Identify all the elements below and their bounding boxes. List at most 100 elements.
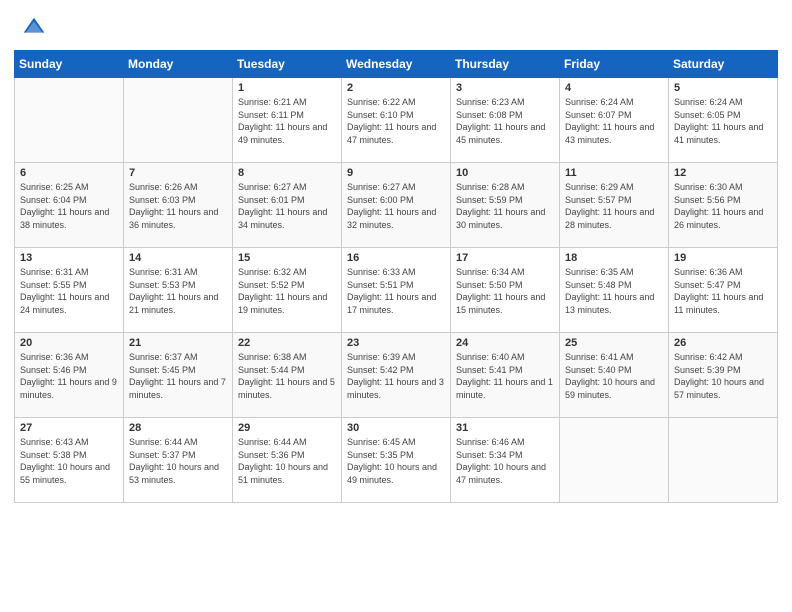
day-detail: Sunrise: 6:38 AMSunset: 5:44 PMDaylight:… — [238, 351, 336, 401]
calendar-cell: 12 Sunrise: 6:30 AMSunset: 5:56 PMDayligh… — [669, 163, 778, 248]
day-detail: Sunrise: 6:35 AMSunset: 5:48 PMDaylight:… — [565, 266, 663, 316]
calendar-body: 1 Sunrise: 6:21 AMSunset: 6:11 PMDaylight… — [15, 78, 778, 503]
calendar-cell: 26 Sunrise: 6:42 AMSunset: 5:39 PMDayligh… — [669, 333, 778, 418]
day-header-friday: Friday — [560, 51, 669, 78]
calendar-cell: 5 Sunrise: 6:24 AMSunset: 6:05 PMDaylight… — [669, 78, 778, 163]
day-detail: Sunrise: 6:44 AMSunset: 5:36 PMDaylight:… — [238, 436, 336, 486]
day-detail: Sunrise: 6:44 AMSunset: 5:37 PMDaylight:… — [129, 436, 227, 486]
week-row-1: 1 Sunrise: 6:21 AMSunset: 6:11 PMDaylight… — [15, 78, 778, 163]
day-detail: Sunrise: 6:24 AMSunset: 6:07 PMDaylight:… — [565, 96, 663, 146]
calendar-cell: 17Sunrise: 6:34 AMSunset: 5:50 PMDayligh… — [451, 248, 560, 333]
day-number: 30 — [347, 422, 445, 434]
day-number: 2 — [347, 82, 445, 94]
day-header-thursday: Thursday — [451, 51, 560, 78]
day-detail: Sunrise: 6:21 AMSunset: 6:11 PMDaylight:… — [238, 96, 336, 146]
day-detail: Sunrise: 6:31 AMSunset: 5:55 PMDaylight:… — [20, 266, 118, 316]
day-number: 18 — [565, 252, 663, 264]
day-number: 3 — [456, 82, 554, 94]
day-detail: Sunrise: 6:25 AMSunset: 6:04 PMDaylight:… — [20, 181, 118, 231]
calendar-cell: 10 Sunrise: 6:28 AMSunset: 5:59 PMDayligh… — [451, 163, 560, 248]
calendar-cell: 31 Sunrise: 6:46 AMSunset: 5:34 PMDayligh… — [451, 418, 560, 503]
day-header-sunday: Sunday — [15, 51, 124, 78]
day-number: 19 — [674, 252, 772, 264]
day-number: 13 — [20, 252, 118, 264]
day-number: 7 — [129, 167, 227, 179]
logo-icon — [20, 14, 48, 42]
day-detail: Sunrise: 6:42 AMSunset: 5:39 PMDaylight:… — [674, 351, 772, 401]
day-number: 21 — [129, 337, 227, 349]
day-number: 4 — [565, 82, 663, 94]
header — [0, 0, 792, 50]
calendar-header: SundayMondayTuesdayWednesdayThursdayFrid… — [15, 51, 778, 78]
calendar-cell: 18 Sunrise: 6:35 AMSunset: 5:48 PMDayligh… — [560, 248, 669, 333]
calendar-cell: 11 Sunrise: 6:29 AMSunset: 5:57 PMDayligh… — [560, 163, 669, 248]
calendar-cell: 14 Sunrise: 6:31 AMSunset: 5:53 PMDayligh… — [124, 248, 233, 333]
calendar-cell: 27 Sunrise: 6:43 AMSunset: 5:38 PMDayligh… — [15, 418, 124, 503]
day-detail: Sunrise: 6:27 AMSunset: 6:01 PMDaylight:… — [238, 181, 336, 231]
day-number: 14 — [129, 252, 227, 264]
day-number: 28 — [129, 422, 227, 434]
day-number: 1 — [238, 82, 336, 94]
day-number: 22 — [238, 337, 336, 349]
day-header-wednesday: Wednesday — [342, 51, 451, 78]
day-detail: Sunrise: 6:23 AMSunset: 6:08 PMDaylight:… — [456, 96, 554, 146]
day-number: 31 — [456, 422, 554, 434]
day-number: 5 — [674, 82, 772, 94]
day-number: 23 — [347, 337, 445, 349]
calendar-cell: 2 Sunrise: 6:22 AMSunset: 6:10 PMDaylight… — [342, 78, 451, 163]
day-detail: Sunrise: 6:28 AMSunset: 5:59 PMDaylight:… — [456, 181, 554, 231]
calendar-cell: 3 Sunrise: 6:23 AMSunset: 6:08 PMDaylight… — [451, 78, 560, 163]
day-detail: Sunrise: 6:36 AMSunset: 5:46 PMDaylight:… — [20, 351, 118, 401]
day-number: 27 — [20, 422, 118, 434]
day-detail: Sunrise: 6:46 AMSunset: 5:34 PMDaylight:… — [456, 436, 554, 486]
day-detail: Sunrise: 6:40 AMSunset: 5:41 PMDaylight:… — [456, 351, 554, 401]
calendar-cell — [560, 418, 669, 503]
day-number: 15 — [238, 252, 336, 264]
day-number: 20 — [20, 337, 118, 349]
calendar-cell: 15Sunrise: 6:32 AMSunset: 5:52 PMDayligh… — [233, 248, 342, 333]
day-detail: Sunrise: 6:43 AMSunset: 5:38 PMDaylight:… — [20, 436, 118, 486]
day-detail: Sunrise: 6:33 AMSunset: 5:51 PMDaylight:… — [347, 266, 445, 316]
calendar-cell: 23 Sunrise: 6:39 AMSunset: 5:42 PMDayligh… — [342, 333, 451, 418]
calendar-cell: 22 Sunrise: 6:38 AMSunset: 5:44 PMDayligh… — [233, 333, 342, 418]
day-number: 12 — [674, 167, 772, 179]
calendar-cell: 7Sunrise: 6:26 AMSunset: 6:03 PMDaylight… — [124, 163, 233, 248]
day-number: 25 — [565, 337, 663, 349]
day-number: 29 — [238, 422, 336, 434]
logo — [20, 14, 52, 42]
day-detail: Sunrise: 6:24 AMSunset: 6:05 PMDaylight:… — [674, 96, 772, 146]
calendar-cell: 20 Sunrise: 6:36 AMSunset: 5:46 PMDayligh… — [15, 333, 124, 418]
day-detail: Sunrise: 6:22 AMSunset: 6:10 PMDaylight:… — [347, 96, 445, 146]
week-row-3: 13 Sunrise: 6:31 AMSunset: 5:55 PMDayligh… — [15, 248, 778, 333]
day-detail: Sunrise: 6:30 AMSunset: 5:56 PMDaylight:… — [674, 181, 772, 231]
week-row-5: 27 Sunrise: 6:43 AMSunset: 5:38 PMDayligh… — [15, 418, 778, 503]
week-row-4: 20 Sunrise: 6:36 AMSunset: 5:46 PMDayligh… — [15, 333, 778, 418]
day-number: 24 — [456, 337, 554, 349]
day-number: 17 — [456, 252, 554, 264]
day-number: 16 — [347, 252, 445, 264]
day-detail: Sunrise: 6:29 AMSunset: 5:57 PMDaylight:… — [565, 181, 663, 231]
calendar-table: SundayMondayTuesdayWednesdayThursdayFrid… — [14, 50, 778, 503]
day-number: 26 — [674, 337, 772, 349]
day-number: 11 — [565, 167, 663, 179]
day-detail: Sunrise: 6:41 AMSunset: 5:40 PMDaylight:… — [565, 351, 663, 401]
day-number: 6 — [20, 167, 118, 179]
calendar-cell: 21 Sunrise: 6:37 AMSunset: 5:45 PMDayligh… — [124, 333, 233, 418]
day-number: 10 — [456, 167, 554, 179]
calendar-cell: 1 Sunrise: 6:21 AMSunset: 6:11 PMDaylight… — [233, 78, 342, 163]
day-header-row: SundayMondayTuesdayWednesdayThursdayFrid… — [15, 51, 778, 78]
calendar-cell: 25 Sunrise: 6:41 AMSunset: 5:40 PMDayligh… — [560, 333, 669, 418]
calendar-cell: 13 Sunrise: 6:31 AMSunset: 5:55 PMDayligh… — [15, 248, 124, 333]
calendar-cell — [15, 78, 124, 163]
day-detail: Sunrise: 6:36 AMSunset: 5:47 PMDaylight:… — [674, 266, 772, 316]
calendar-cell: 6 Sunrise: 6:25 AMSunset: 6:04 PMDaylight… — [15, 163, 124, 248]
calendar-cell: 9Sunrise: 6:27 AMSunset: 6:00 PMDaylight… — [342, 163, 451, 248]
day-detail: Sunrise: 6:39 AMSunset: 5:42 PMDaylight:… — [347, 351, 445, 401]
calendar: SundayMondayTuesdayWednesdayThursdayFrid… — [0, 50, 792, 612]
day-detail: Sunrise: 6:27 AMSunset: 6:00 PMDaylight:… — [347, 181, 445, 231]
calendar-cell: 16 Sunrise: 6:33 AMSunset: 5:51 PMDayligh… — [342, 248, 451, 333]
day-detail: Sunrise: 6:37 AMSunset: 5:45 PMDaylight:… — [129, 351, 227, 401]
page: SundayMondayTuesdayWednesdayThursdayFrid… — [0, 0, 792, 612]
day-header-tuesday: Tuesday — [233, 51, 342, 78]
day-detail: Sunrise: 6:31 AMSunset: 5:53 PMDaylight:… — [129, 266, 227, 316]
